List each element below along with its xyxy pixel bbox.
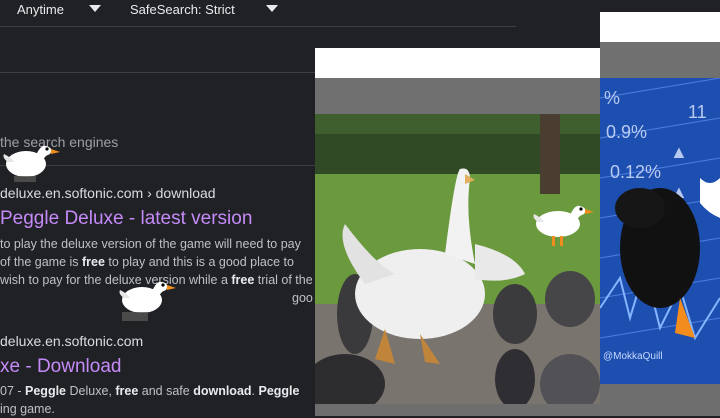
snippet-keyword: download: [193, 384, 252, 398]
snippet-keyword: free: [115, 384, 139, 398]
svg-text:%: %: [604, 88, 620, 108]
popup-title-bar[interactable]: [600, 12, 720, 42]
divider: [0, 72, 315, 73]
svg-text:▲: ▲: [670, 142, 688, 162]
snippet-line: of the game is free to play and this is …: [0, 255, 294, 269]
safesearch-dropdown[interactable]: SafeSearch: Strict: [130, 2, 235, 17]
snippet-keyword: free: [231, 273, 255, 287]
popup-header: [315, 78, 605, 114]
goose-icon[interactable]: [530, 198, 602, 250]
svg-text:0.9%: 0.9%: [606, 122, 647, 142]
search-filter-bar: Anytime SafeSearch: Strict: [0, 0, 516, 27]
snippet-line: ing game.: [0, 402, 55, 416]
popup-header: [600, 42, 720, 78]
svg-text:0.12%: 0.12%: [610, 162, 661, 182]
result-title-link[interactable]: xe - Download: [0, 356, 121, 378]
goose-icon[interactable]: [116, 274, 182, 324]
result-title-link[interactable]: Peggle Deluxe - latest version: [0, 208, 252, 230]
result-url[interactable]: deluxe.en.softonic.com › download: [0, 185, 216, 201]
snippet-keyword: Peggle: [25, 384, 67, 398]
chevron-down-icon[interactable]: [89, 5, 101, 12]
goose-icon[interactable]: [0, 138, 66, 186]
stocks-meme-image: % 11 0.9% 0.12% ▲ ▲: [600, 78, 720, 384]
goose-meme-image: [315, 114, 605, 404]
snippet-line: 07 - Peggle Deluxe, free and safe downlo…: [0, 384, 300, 398]
image-credit: @MokkaQuill: [603, 351, 663, 362]
snippet-line: to play the deluxe version of the game w…: [0, 237, 301, 251]
chevron-down-icon[interactable]: [266, 5, 278, 12]
time-filter-dropdown[interactable]: Anytime: [17, 2, 64, 17]
snippet-keyword: Peggle: [258, 384, 300, 398]
popup-title-bar[interactable]: [315, 48, 605, 78]
snippet-keyword: free: [82, 255, 105, 269]
result-url[interactable]: deluxe.en.softonic.com: [0, 333, 143, 349]
svg-text:11: 11: [688, 102, 707, 122]
result-snippet: 07 - Peggle Deluxe, free and safe downlo…: [0, 382, 299, 418]
